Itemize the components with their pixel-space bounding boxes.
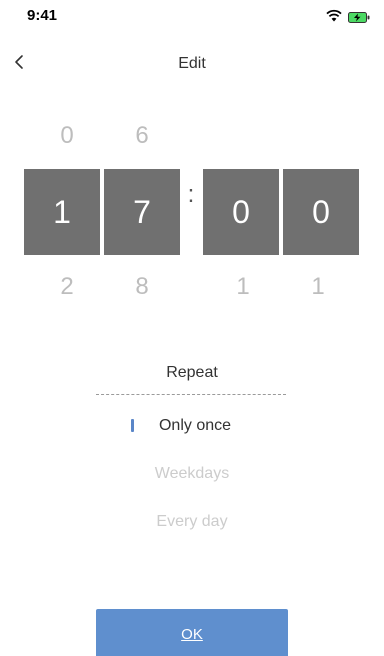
- minute-tens-wheel[interactable]: 0: [203, 169, 279, 255]
- hour-ones-below: 8: [135, 273, 149, 300]
- repeat-option-weekdays[interactable]: Weekdays: [0, 465, 384, 483]
- repeat-label: Repeat: [166, 364, 218, 381]
- ok-button[interactable]: OK: [96, 609, 288, 656]
- time-separator: :: [187, 181, 195, 208]
- status-bar: 9:41: [0, 0, 384, 36]
- minute-ones-below: 1: [311, 273, 325, 300]
- status-time: 9:41: [27, 7, 58, 24]
- hour-ones-wheel[interactable]: 7: [104, 169, 180, 255]
- wifi-icon: [326, 9, 342, 22]
- repeat-option-every-day[interactable]: Every day: [0, 513, 384, 531]
- hour-tens-wheel[interactable]: 1: [24, 169, 100, 255]
- repeat-option-only-once[interactable]: Only once: [0, 417, 384, 435]
- battery-charging-icon: [348, 10, 370, 23]
- minute-tens-below: 1: [236, 273, 250, 300]
- hour-ones-above: 6: [135, 122, 149, 149]
- hour-tens-above: 0: [60, 122, 74, 149]
- page-title: Edit: [178, 55, 206, 72]
- minute-ones-wheel[interactable]: 0: [283, 169, 359, 255]
- divider: [96, 394, 286, 395]
- hour-tens-below: 2: [60, 273, 74, 300]
- nav-bar: Edit: [0, 44, 384, 84]
